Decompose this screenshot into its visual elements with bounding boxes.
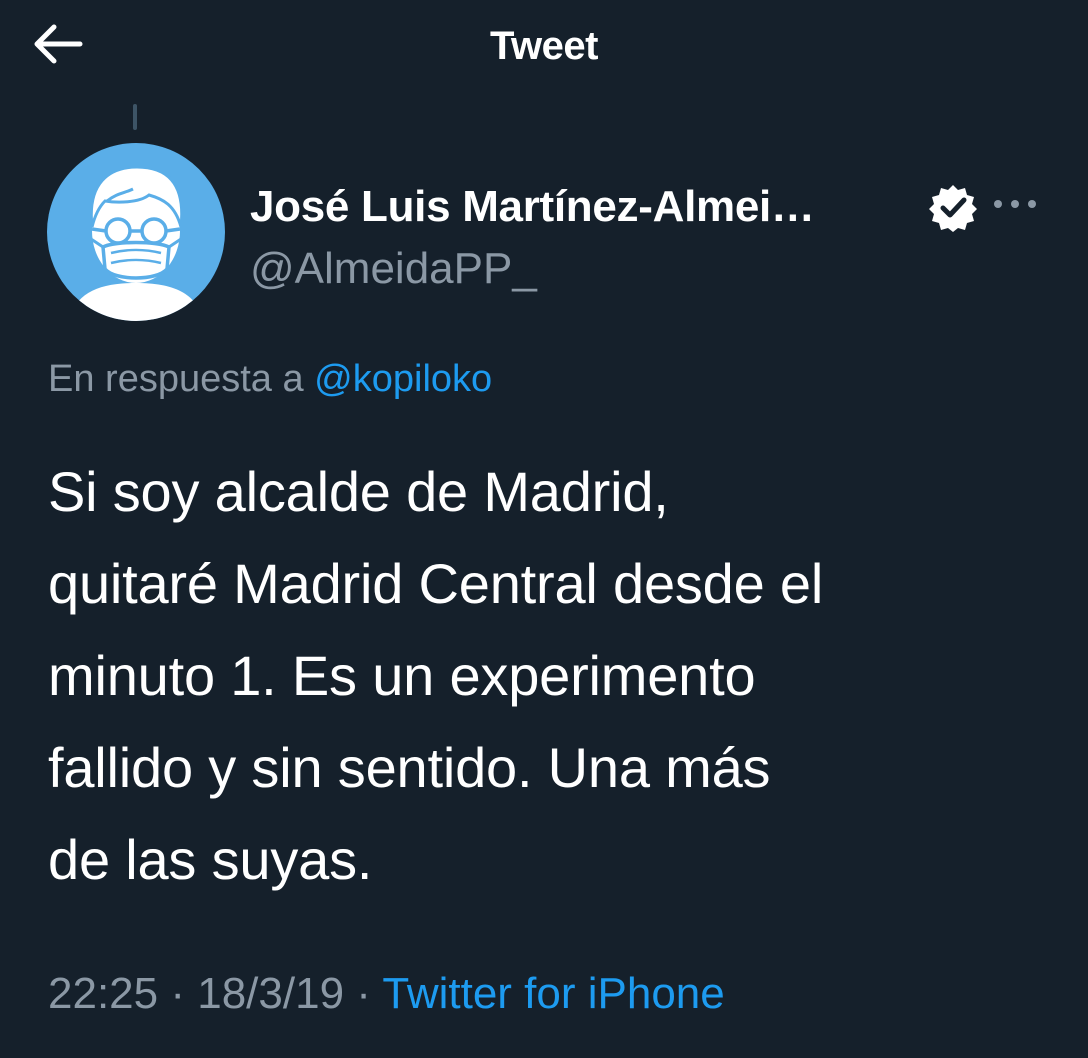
tweet-text-line: fallido y sin sentido. Una más bbox=[48, 736, 771, 799]
reply-mention-link[interactable]: @kopiloko bbox=[314, 358, 492, 400]
thread-connector bbox=[133, 104, 137, 130]
tweet-date: 18/3/19 bbox=[197, 969, 345, 1018]
reply-prefix: En respuesta a bbox=[48, 358, 304, 400]
verified-badge-icon bbox=[928, 182, 978, 232]
tweet-metadata: 22:25 · 18/3/19 · Twitter for iPhone bbox=[48, 966, 725, 1022]
author-handle[interactable]: @AlmeidaPP_ bbox=[250, 242, 537, 296]
meta-separator: · bbox=[170, 969, 185, 1018]
avatar[interactable] bbox=[47, 143, 225, 321]
reply-context: En respuesta a @kopiloko bbox=[48, 354, 492, 404]
more-horizontal-icon[interactable] bbox=[988, 186, 1044, 222]
tweet-text-line: Si soy alcalde de Madrid, bbox=[48, 460, 669, 523]
top-bar: Tweet bbox=[0, 0, 1088, 92]
tweet-time: 22:25 bbox=[48, 969, 159, 1018]
author-name[interactable]: José Luis Martínez-Almei… bbox=[250, 180, 815, 234]
tweet-text-line: minuto 1. Es un experimento bbox=[48, 644, 756, 707]
tweet-text-line: quitaré Madrid Central desde el bbox=[48, 552, 824, 615]
tweet-text-line: de las suyas. bbox=[48, 828, 373, 891]
page-title: Tweet bbox=[490, 24, 598, 68]
tweet-text: Si soy alcalde de Madrid, quitaré Madrid… bbox=[48, 446, 1048, 906]
meta-separator: · bbox=[356, 969, 371, 1018]
tweet-source-link[interactable]: Twitter for iPhone bbox=[382, 969, 724, 1018]
